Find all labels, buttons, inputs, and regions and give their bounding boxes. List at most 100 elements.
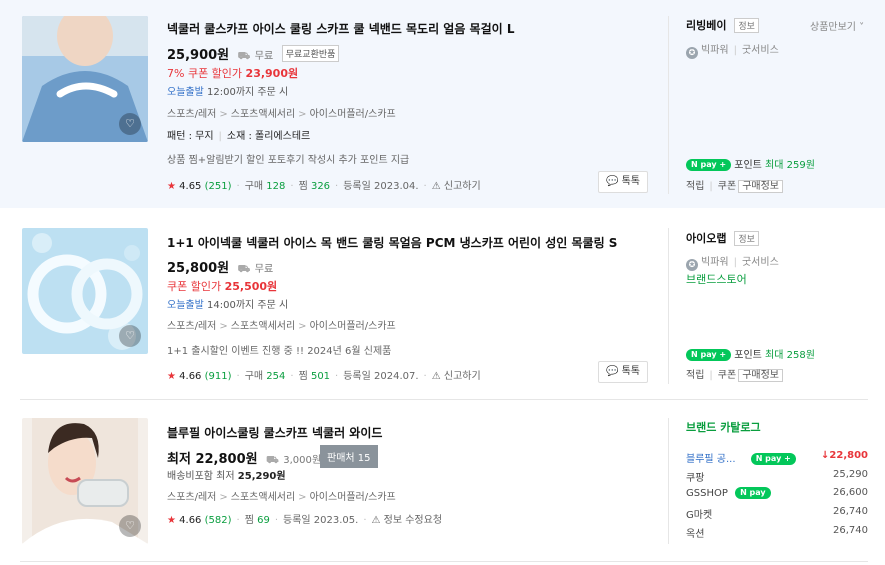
product-only-label[interactable]: 상품만보기 bbox=[810, 22, 856, 33]
buy-label: 구매 bbox=[244, 371, 264, 382]
npay-point-label: 포인트 bbox=[734, 160, 762, 171]
talk-icon: 💬 bbox=[605, 176, 619, 187]
purchase-info-button[interactable]: 구매정보 bbox=[738, 369, 783, 382]
coupon-value: 25,500원 bbox=[224, 280, 278, 293]
review-count[interactable]: (911) bbox=[205, 371, 232, 382]
mall-row[interactable]: GSSHOP N pay 26,600 bbox=[686, 487, 868, 499]
review-count[interactable]: (251) bbox=[205, 181, 232, 192]
breadcrumb: 스포츠/레저 > 스포츠액세서리 > 아이스머플러/스카프 bbox=[167, 492, 396, 503]
chevron-icon: ˅ bbox=[856, 22, 865, 33]
mall-price: 25,290 bbox=[833, 469, 868, 480]
zzim-label: 찜 bbox=[244, 515, 254, 526]
item-divider bbox=[20, 399, 868, 400]
talk-label: 톡톡 bbox=[621, 366, 641, 377]
badge-goodservice: 굿서비스 bbox=[741, 45, 779, 56]
badge-bigpower: 빅파워 bbox=[701, 257, 729, 268]
talk-button[interactable]: 💬 톡톡 bbox=[598, 171, 648, 193]
mall-name[interactable]: 쿠팡 bbox=[686, 473, 704, 484]
today-dispatch: 오늘출발 14:00까지 주문 시 bbox=[167, 296, 288, 311]
mall-row[interactable]: 옥션 26,740 bbox=[686, 525, 868, 540]
rating: 4.66 bbox=[179, 515, 202, 526]
brand-store-link[interactable]: 브랜드스토어 bbox=[686, 271, 747, 287]
heart-icon[interactable]: ♡ bbox=[119, 325, 141, 347]
coupon-label: 쿠폰 할인가 bbox=[167, 280, 222, 293]
seller-name[interactable]: 리빙베이 정보 bbox=[686, 17, 759, 33]
category-3[interactable]: 아이스머플러/스카프 bbox=[310, 321, 396, 332]
seller-name[interactable]: 아이오랩 정보 bbox=[686, 230, 759, 246]
product-price: 25,800원 ⛟ 무료 bbox=[167, 257, 273, 277]
purchase-info-button[interactable]: 구매정보 bbox=[738, 180, 783, 193]
info-edit-link[interactable]: 정보 수정요청 bbox=[384, 515, 442, 526]
badge-goodservice: 굿서비스 bbox=[741, 257, 779, 268]
product-title[interactable]: 1+1 아이넥쿨 넥쿨러 아이스 목 밴드 쿨링 목얼음 PCM 냉스카프 어린… bbox=[167, 234, 617, 251]
seller-label[interactable]: 아이오랩 bbox=[686, 232, 726, 245]
npay-point: N pay + 포인트 최대 258원 bbox=[686, 346, 815, 361]
product-only-link[interactable]: 상품만보기 ˅ bbox=[810, 18, 864, 33]
mall-price: 26,740 bbox=[833, 506, 868, 517]
npay-point-label: 포인트 bbox=[734, 350, 762, 361]
product-meta: ★ 4.66 (582) · 찜 69 · 등록일 2023.05. · ⚠ 정보 수정요청 bbox=[167, 515, 443, 526]
mall-row[interactable]: G마켓 26,740 bbox=[686, 506, 868, 521]
mall-name[interactable]: GSSHOP bbox=[686, 488, 728, 499]
siren-icon: ⚠ bbox=[371, 515, 381, 526]
benefit-links: 적립 | 쿠폰 구매정보 bbox=[686, 177, 783, 193]
zzim-count: 501 bbox=[310, 371, 331, 382]
divider bbox=[668, 228, 669, 384]
category-2[interactable]: 스포츠액세서리 bbox=[231, 109, 295, 120]
today-label: 오늘출발 bbox=[167, 87, 204, 98]
mall-name[interactable]: 블루필 공... bbox=[686, 454, 736, 465]
mall-price: 26,600 bbox=[833, 487, 868, 498]
seller-info-button[interactable]: 정보 bbox=[734, 18, 759, 33]
shipping-fee: 3,000원 bbox=[283, 455, 322, 466]
category-3[interactable]: 아이스머플러/스카프 bbox=[310, 109, 396, 120]
product-thumbnail[interactable]: ♡ bbox=[22, 228, 148, 354]
coupon-price: 7% 쿠폰 할인가 23,900원 bbox=[167, 65, 298, 81]
category-2[interactable]: 스포츠액세서리 bbox=[231, 492, 295, 503]
npay-icon: N pay + bbox=[686, 159, 732, 171]
seller-label[interactable]: 리빙베이 bbox=[686, 19, 726, 32]
talk-button[interactable]: 💬 톡톡 bbox=[598, 361, 648, 383]
coupon-link: 쿠폰 bbox=[717, 370, 737, 381]
price-value: 25,800원 bbox=[167, 261, 230, 276]
npay-icon: N pay bbox=[735, 487, 771, 499]
seller-badges: ✪ 빅파워 | 굿서비스 bbox=[686, 41, 779, 59]
product-title[interactable]: 넥쿨러 쿨스카프 아이스 쿨링 스카프 쿨 넥밴드 목도리 얼음 목걸이 L bbox=[167, 20, 515, 37]
star-icon: ★ bbox=[167, 181, 176, 192]
mall-name[interactable]: G마켓 bbox=[686, 510, 712, 521]
product-thumbnail[interactable]: ♡ bbox=[22, 418, 148, 544]
sellers-count-button[interactable]: 판매처 15 bbox=[320, 445, 378, 468]
shipping-included: 배송비포함 최저 25,290원 bbox=[167, 467, 286, 482]
brand-catalog-title[interactable]: 브랜드 카탈로그 bbox=[686, 419, 761, 435]
mall-row[interactable]: 블루필 공... N pay + ↓22,800 bbox=[686, 450, 868, 465]
product-title[interactable]: 블루필 아이스쿨링 쿨스카프 넥쿨러 와이드 bbox=[167, 424, 382, 441]
heart-icon[interactable]: ♡ bbox=[119, 515, 141, 537]
mall-name[interactable]: 옥션 bbox=[686, 529, 704, 540]
shipping-included-label: 배송비포함 최저 bbox=[167, 471, 235, 482]
review-count[interactable]: (582) bbox=[205, 515, 232, 526]
talk-icon: 💬 bbox=[605, 366, 619, 377]
attr-pattern: 패턴 : 무지 bbox=[167, 131, 214, 142]
product-thumbnail[interactable]: ♡ bbox=[22, 16, 148, 142]
category-2[interactable]: 스포츠액세서리 bbox=[231, 321, 295, 332]
report-link[interactable]: 신고하기 bbox=[444, 371, 481, 382]
badge-bigpower: 빅파워 bbox=[701, 45, 729, 56]
benefit-links: 적립 | 쿠폰 구매정보 bbox=[686, 366, 783, 382]
heart-icon[interactable]: ♡ bbox=[119, 113, 141, 135]
seller-info-button[interactable]: 정보 bbox=[734, 231, 759, 246]
report-link[interactable]: 신고하기 bbox=[444, 181, 481, 192]
category-3[interactable]: 아이스머플러/스카프 bbox=[310, 492, 396, 503]
shipping-fee: 무료 bbox=[254, 51, 274, 62]
category-1[interactable]: 스포츠/레저 bbox=[167, 109, 216, 120]
category-1[interactable]: 스포츠/레저 bbox=[167, 321, 216, 332]
seller-badges: ✪ 빅파워 | 굿서비스 bbox=[686, 253, 779, 271]
npay-icon: N pay + bbox=[750, 453, 796, 465]
price-value: 25,900원 bbox=[167, 48, 230, 63]
mall-price: ↓22,800 bbox=[821, 450, 868, 461]
register-date: 등록일 2023.04. bbox=[343, 181, 419, 192]
mall-row[interactable]: 쿠팡 25,290 bbox=[686, 469, 868, 484]
category-1[interactable]: 스포츠/레저 bbox=[167, 492, 216, 503]
today-dispatch: 오늘출발 12:00까지 주문 시 bbox=[167, 83, 288, 98]
attr-material: 소재 : 폴리에스테르 bbox=[226, 131, 311, 142]
npay-icon: N pay + bbox=[686, 349, 732, 361]
today-text: 12:00까지 주문 시 bbox=[207, 87, 289, 98]
